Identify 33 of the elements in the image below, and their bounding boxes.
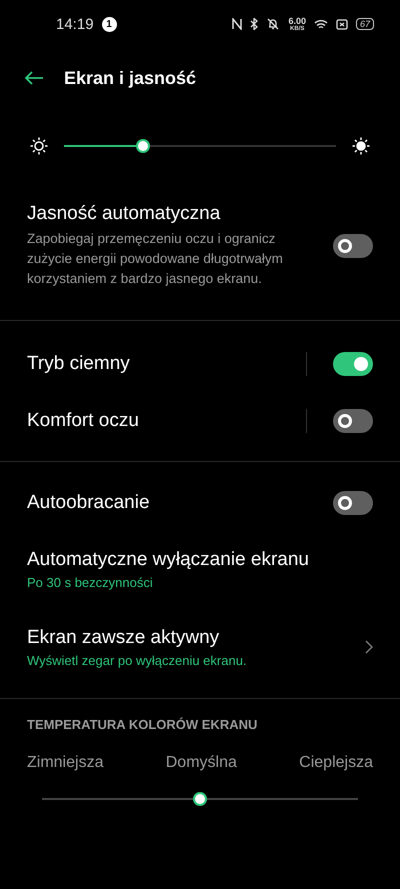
toggle-switch[interactable] — [333, 352, 373, 376]
battery-level: 67 — [356, 18, 374, 30]
setting-title: Komfort oczu — [27, 410, 140, 432]
section-heading: TEMPERATURA KOLORÓW EKRANU — [27, 717, 258, 732]
notification-count: 1 — [102, 16, 117, 32]
brightness-slider[interactable] — [64, 139, 336, 153]
setting-value: Wyświetl zegar po wyłączeniu ekranu. — [27, 652, 248, 668]
setting-title: Autoobracanie — [27, 492, 151, 514]
nfc-icon — [232, 18, 242, 30]
chevron-right-icon[interactable] — [365, 640, 373, 654]
muted-bell-icon — [266, 18, 280, 30]
network-speed: 6.00 — [288, 16, 306, 26]
toggle-switch[interactable] — [333, 491, 373, 515]
screen-icon — [336, 18, 348, 30]
wifi-icon — [314, 18, 328, 30]
temperature-label: Cieplejsza — [299, 754, 373, 772]
setting-title: Tryb ciemny — [27, 352, 131, 374]
dim-sun-icon — [30, 137, 48, 155]
bright-sun-icon — [352, 137, 370, 155]
toggle-switch[interactable] — [333, 408, 373, 432]
setting-description: Zapobiegaj przemęczeniu oczu i ogranicz zużycie energii powodowane długotrwałym korzystaniem z bardzo jasnego ekranu. — [27, 230, 284, 288]
page-title: Ekran i jasność — [64, 68, 196, 88]
status-time: 14:19 — [56, 16, 94, 32]
setting-title: Ekran zawsze aktywny — [27, 626, 220, 648]
setting-title: Jasność automatyczna — [27, 203, 222, 225]
temperature-label: Domyślna — [166, 754, 237, 772]
setting-value: Po 30 s bezczynności — [27, 574, 154, 590]
temperature-label: Zimniejsza — [27, 754, 104, 772]
setting-title: Automatyczne wyłączanie ekranu — [27, 548, 310, 570]
color-temperature-slider[interactable] — [42, 792, 358, 806]
back-arrow-icon[interactable] — [24, 71, 44, 85]
bluetooth-icon — [250, 18, 258, 30]
toggle-switch[interactable] — [333, 234, 373, 258]
